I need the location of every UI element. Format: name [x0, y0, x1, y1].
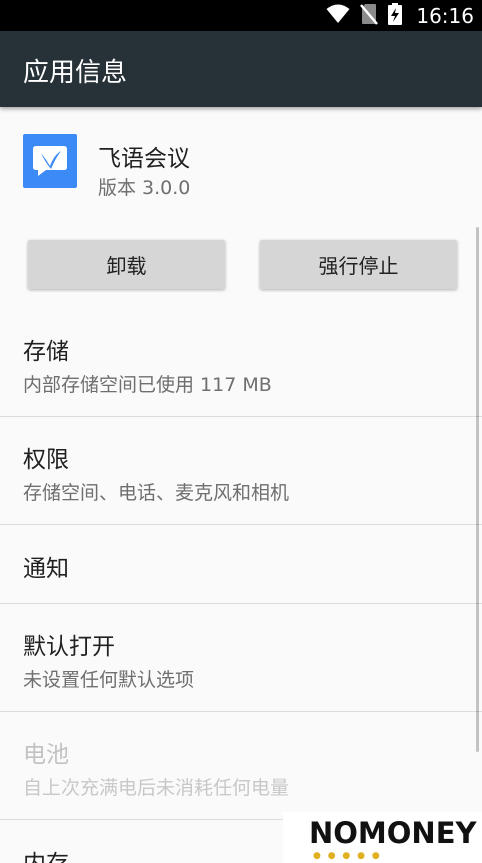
permissions-title: 权限	[23, 447, 69, 473]
app-bar: 应用信息	[0, 31, 482, 107]
status-bar: 16:16	[0, 0, 482, 31]
page-title: 应用信息	[23, 58, 128, 88]
storage-subtitle: 内部存储空间已使用 117 MB	[23, 374, 272, 396]
storage-title: 存储	[23, 339, 69, 365]
app-name: 飞语会议	[98, 146, 190, 172]
watermark-text: NOMONEY	[309, 816, 477, 850]
scrollbar[interactable]	[476, 227, 479, 752]
force-stop-button[interactable]: 强行停止	[260, 240, 457, 289]
uninstall-button[interactable]: 卸载	[28, 240, 225, 289]
settings-list: 存储 内部存储空间已使用 117 MB 权限 存储空间、电话、麦克风和相机 通知…	[0, 309, 482, 863]
notifications-title: 通知	[23, 556, 69, 582]
memory-title: 内存	[23, 844, 69, 863]
battery-charging-icon	[388, 2, 403, 29]
app-header: 飞语会议 版本 3.0.0	[0, 107, 482, 227]
app-info-content[interactable]: 飞语会议 版本 3.0.0 卸载 强行停止 存储 内部存储空间已使用 117 M…	[0, 107, 482, 863]
open-by-default-title: 默认打开	[23, 634, 115, 660]
battery-title: 电池	[23, 742, 69, 768]
feiyu-app-icon	[23, 134, 77, 188]
wifi-icon	[326, 4, 350, 28]
battery-item: 电池 自上次充满电后未消耗任何电量	[0, 712, 482, 820]
notifications-item[interactable]: 通知	[0, 525, 482, 604]
open-by-default-item[interactable]: 默认打开 未设置任何默认选项	[0, 604, 482, 712]
permissions-item[interactable]: 权限 存储空间、电话、麦克风和相机	[0, 417, 482, 525]
storage-item[interactable]: 存储 内部存储空间已使用 117 MB	[0, 309, 482, 417]
app-version: 版本 3.0.0	[98, 177, 191, 199]
watermark-logo: NOMONEY ● ● ● ● ●	[283, 812, 482, 863]
permissions-subtitle: 存储空间、电话、麦克风和相机	[23, 482, 290, 504]
watermark-dots: ● ● ● ● ●	[313, 851, 382, 861]
battery-subtitle: 自上次充满电后未消耗任何电量	[23, 777, 290, 799]
no-sim-icon	[360, 3, 379, 29]
open-by-default-subtitle: 未设置任何默认选项	[23, 669, 195, 691]
status-time: 16:16	[416, 3, 474, 28]
